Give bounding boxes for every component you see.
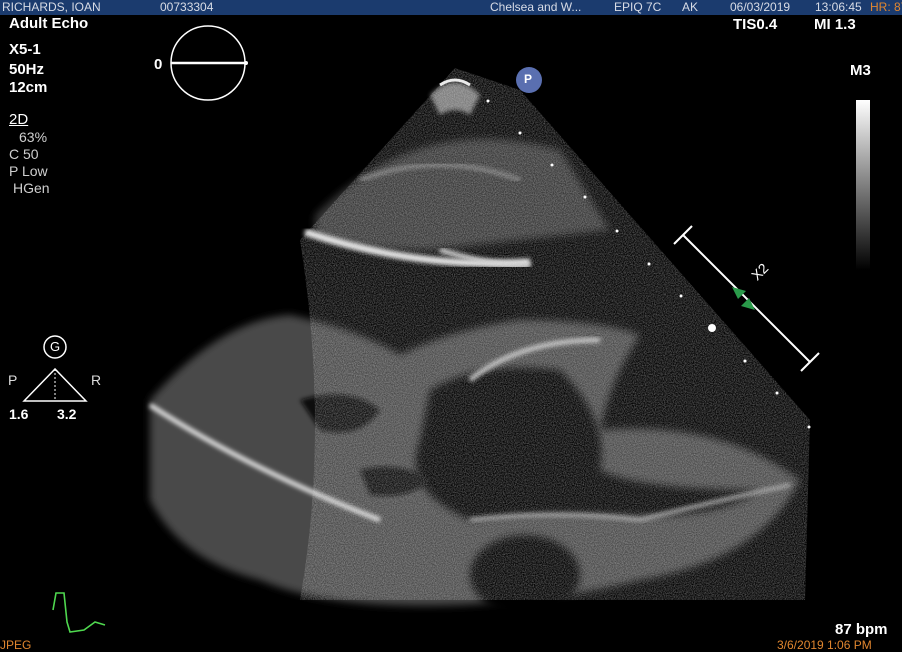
tis-value: TIS0.4 <box>733 16 778 33</box>
map-label: M3 <box>850 62 871 79</box>
image-format: JPEG <box>0 638 32 652</box>
frame-rate: 50Hz <box>9 61 45 78</box>
echo-image <box>22 25 870 633</box>
frequency-value: HGen <box>13 180 50 196</box>
probe-label: X5-1 <box>9 41 41 58</box>
power-value: P Low <box>9 163 48 179</box>
orientation-p-label: P <box>8 372 18 388</box>
scale-right-value: 3.2 <box>57 406 77 422</box>
scale-left-value: 1.6 <box>9 406 29 422</box>
depth-label: 12cm <box>9 79 48 96</box>
heart-rate: 87 bpm <box>835 621 888 638</box>
gain-value: 63% <box>19 129 48 145</box>
orientation-g-label: G <box>50 339 61 354</box>
probe-marker-label: P <box>524 72 533 86</box>
footer-timestamp: 3/6/2019 1:06 PM <box>777 638 872 652</box>
compression-value: C 50 <box>9 146 39 162</box>
exam-type: Adult Echo <box>9 15 89 32</box>
ecg-trace <box>52 592 106 633</box>
orientation-r-label: R <box>91 372 102 388</box>
angle-indicator <box>170 25 248 101</box>
grey-map-bar <box>856 100 870 270</box>
angle-value: 0 <box>154 56 163 73</box>
mode-label: 2D <box>9 111 29 128</box>
mi-value: MI 1.3 <box>814 16 856 33</box>
